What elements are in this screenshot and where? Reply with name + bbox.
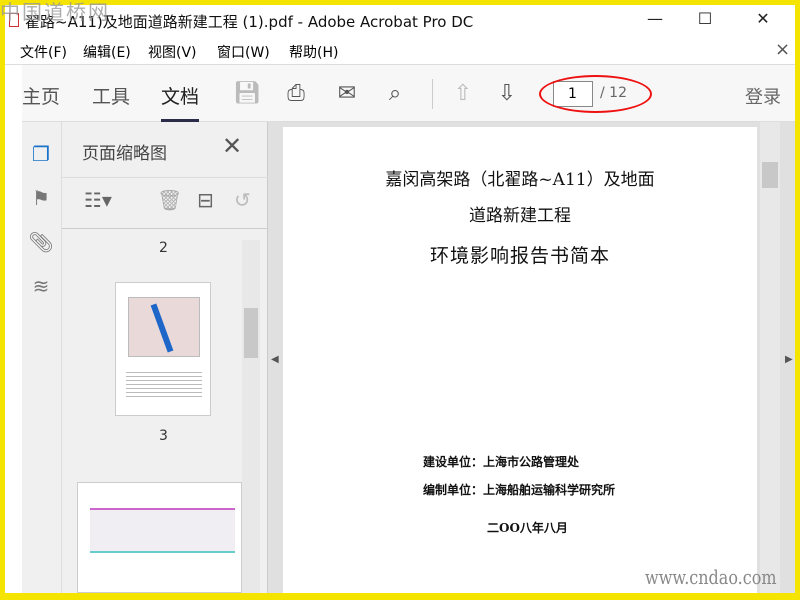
rotate-icon[interactable]: ↺ [234,188,251,212]
page-thumbnail-4[interactable] [77,482,242,593]
collapse-left-icon[interactable]: ◀ [271,354,279,365]
text-lines [126,369,202,399]
acrobat-window: 翟路~A11)及地面道路新建工程 (1).pdf - Adobe Acrobat… [5,5,795,593]
pdf-page: 嘉闵高架路（北翟路~A11）及地面 道路新建工程 环境影响报告书简本 建设单位：… [283,127,757,593]
extract-icon[interactable]: ⊟ [197,188,214,212]
toolbar: 主页 工具 文档 💾︎ ⎙ ✉ ⌕ ⇧ ⇩ 1 / 12 登录 [22,65,795,122]
bookmark-icon[interactable]: ⚑ [28,186,54,212]
scroll-thumb[interactable] [244,308,258,358]
menu-view[interactable]: 视图(V) [148,42,197,62]
panel-toolbar: ☷▾ 🗑︎ ⊟ ↺ [62,177,268,229]
panel-close-icon[interactable]: ✕ [222,132,242,160]
doc-title-line2: 道路新建工程 [469,206,571,226]
watermark-url: www.cndao.com [645,565,777,589]
minimize-button[interactable]: — [645,9,665,28]
tab-tools[interactable]: 工具 [92,82,130,109]
doc-title-line1: 嘉闵高架路（北翟路~A11）及地面 [385,170,655,190]
thumb-page-label: 3 [159,428,168,444]
delete-icon[interactable]: 🗑︎ [157,188,182,212]
menu-close-button[interactable]: × [775,39,790,60]
tab-document[interactable]: 文档 [161,82,200,122]
attachment-icon[interactable]: 📎︎ [28,230,54,256]
thumb-page-label: 2 [159,240,168,256]
search-icon[interactable]: ⌕ [380,79,410,109]
menu-edit[interactable]: 编辑(E) [83,42,131,62]
email-icon[interactable]: ✉ [332,79,362,109]
collapse-right-icon[interactable]: ▶ [785,354,793,365]
close-button[interactable]: ✕ [753,9,773,28]
document-view: ◀ 嘉闵高架路（北翟路~A11）及地面 道路新建工程 环境影响报告书简本 建设单… [268,122,795,593]
date-line: 二OO八年八月 [487,521,568,535]
title-bar: 翟路~A11)及地面道路新建工程 (1).pdf - Adobe Acrobat… [5,5,795,35]
menu-help[interactable]: 帮助(H) [289,42,338,62]
next-page-icon[interactable]: ⇩ [492,79,522,109]
page-thumbnails-icon[interactable]: ❐ [28,142,54,168]
prev-page-icon[interactable]: ⇧ [448,79,478,109]
menu-file[interactable]: 文件(F) [20,42,67,62]
red-highlight-circle [539,75,652,113]
scroll-thumb[interactable] [762,162,778,188]
tab-home[interactable]: 主页 [22,82,60,109]
menu-bar: 文件(F) 编辑(E) 视图(V) 窗口(W) 帮助(H) × [5,35,795,65]
maximize-button[interactable]: ☐ [695,9,715,28]
left-rail: ❐ ⚑ 📎︎ ≋ [22,122,62,593]
page-thumbnail-3[interactable] [115,282,211,416]
thumbnails-panel: 页面缩略图 ✕ ☷▾ 🗑︎ ⊟ ↺ 2 3 [62,122,268,593]
layers-icon[interactable]: ≋ [28,274,54,300]
watermark-logo: 中国道桥网 [0,0,110,24]
document-scrollbar[interactable] [760,122,780,593]
print-icon[interactable]: ⎙ [281,79,311,109]
save-icon[interactable]: 💾︎ [232,79,262,109]
login-button[interactable]: 登录 [745,83,781,109]
map-image [128,297,200,357]
menu-window[interactable]: 窗口(W) [217,42,270,62]
drawing-image [90,508,235,553]
panel-scrollbar[interactable] [242,240,260,593]
builder-line: 建设单位：上海市公路管理处 [423,455,580,469]
panel-title: 页面缩略图 [82,144,167,164]
options-menu-icon[interactable]: ☷▾ [84,188,112,212]
compiler-line: 编制单位：上海船舶运输科学研究所 [423,483,616,497]
doc-title-line3: 环境影响报告书简本 [429,245,610,267]
divider [432,79,433,109]
